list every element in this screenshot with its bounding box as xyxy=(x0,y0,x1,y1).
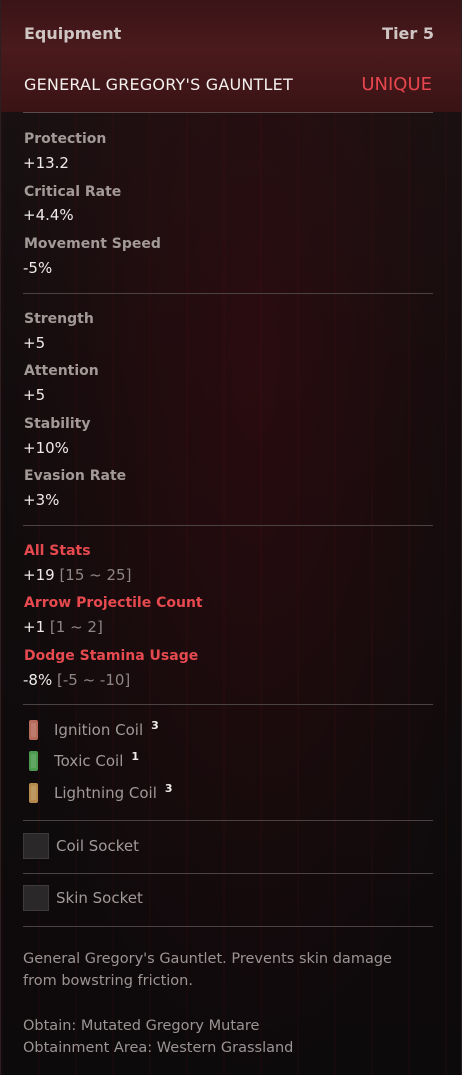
obtain-area: Obtainment Area: Western Grassland xyxy=(23,1040,294,1056)
description-line: General Gregory's Gauntlet. Prevents ski… xyxy=(23,951,392,967)
unique-stat-label-arrow-projectile-count: Arrow Projectile Count xyxy=(24,595,203,611)
section-divider xyxy=(23,873,433,874)
stat-label-movement-speed: Movement Speed xyxy=(24,236,161,252)
stat-label-critical-rate: Critical Rate xyxy=(24,184,122,200)
coil-socket[interactable]: Coil Socket xyxy=(23,833,139,859)
skin-socket[interactable]: Skin Socket xyxy=(23,885,143,911)
stat-range: [15 ~ 25] xyxy=(59,566,132,584)
socket-label: Skin Socket xyxy=(56,889,143,907)
empty-socket-slot[interactable] xyxy=(23,885,49,911)
coil-level: 3 xyxy=(164,781,173,795)
attr-label-evasion-rate: Evasion Rate xyxy=(24,468,127,484)
item-description: General Gregory's Gauntlet. Prevents ski… xyxy=(23,948,423,992)
stat-label-protection: Protection xyxy=(24,131,107,147)
item-category: Equipment xyxy=(24,24,122,43)
empty-socket-slot[interactable] xyxy=(23,833,49,859)
stat-range: [1 ~ 2] xyxy=(49,618,103,636)
obtain-info: Obtain: Mutated Gregory Mutare Obtainmen… xyxy=(23,1015,423,1059)
unique-stat-value-dodge-stamina-usage: -8% [-5 ~ -10] xyxy=(23,671,131,689)
attr-value-attention: +5 xyxy=(23,386,46,404)
item-tooltip-panel: Equipment Tier 5 GENERAL GREGORY'S GAUNT… xyxy=(0,0,462,1075)
stat-value-protection: +13.2 xyxy=(23,154,69,172)
attr-label-attention: Attention xyxy=(24,363,99,379)
section-divider xyxy=(23,525,433,526)
toxic-coil-icon xyxy=(29,751,38,771)
obtain-source: Obtain: Mutated Gregory Mutare xyxy=(23,1018,260,1034)
section-divider xyxy=(23,926,433,927)
coil-name: Lightning Coil xyxy=(54,784,157,802)
attr-value-strength: +5 xyxy=(23,334,46,352)
coil-name: Ignition Coil xyxy=(54,721,144,739)
unique-stat-label-all-stats: All Stats xyxy=(24,543,91,559)
stat-value-movement-speed: -5% xyxy=(23,259,53,277)
header-divider xyxy=(23,112,433,113)
coil-name: Toxic Coil xyxy=(54,752,124,770)
unique-stat-label-dodge-stamina-usage: Dodge Stamina Usage xyxy=(24,648,199,664)
tooltip-header: Equipment Tier 5 GENERAL GREGORY'S GAUNT… xyxy=(1,0,461,113)
description-line: from bowstring friction. xyxy=(23,973,193,989)
section-divider xyxy=(23,293,433,294)
item-name: GENERAL GREGORY'S GAUNTLET xyxy=(24,75,293,94)
ignition-coil-icon xyxy=(29,720,38,740)
attr-label-strength: Strength xyxy=(24,311,94,327)
attr-value-evasion-rate: +3% xyxy=(23,491,60,509)
lightning-coil-icon xyxy=(29,783,38,803)
stat-value-critical-rate: +4.4% xyxy=(23,206,74,224)
coil-ignition: Ignition Coil 3 xyxy=(29,718,159,740)
item-rarity: UNIQUE xyxy=(361,74,432,95)
coil-lightning: Lightning Coil 3 xyxy=(29,781,173,803)
section-divider xyxy=(23,704,433,705)
attr-value-stability: +10% xyxy=(23,439,69,457)
coil-level: 1 xyxy=(131,749,140,763)
unique-stat-value-all-stats: +19 [15 ~ 25] xyxy=(23,566,132,584)
section-divider xyxy=(23,820,433,821)
stat-range: [-5 ~ -10] xyxy=(57,671,131,689)
item-tier: Tier 5 xyxy=(382,24,434,43)
coil-toxic: Toxic Coil 1 xyxy=(29,749,140,771)
attr-label-stability: Stability xyxy=(24,416,91,432)
coil-level: 3 xyxy=(151,718,159,732)
unique-stat-value-arrow-projectile-count: +1 [1 ~ 2] xyxy=(23,618,103,636)
socket-label: Coil Socket xyxy=(56,837,139,855)
